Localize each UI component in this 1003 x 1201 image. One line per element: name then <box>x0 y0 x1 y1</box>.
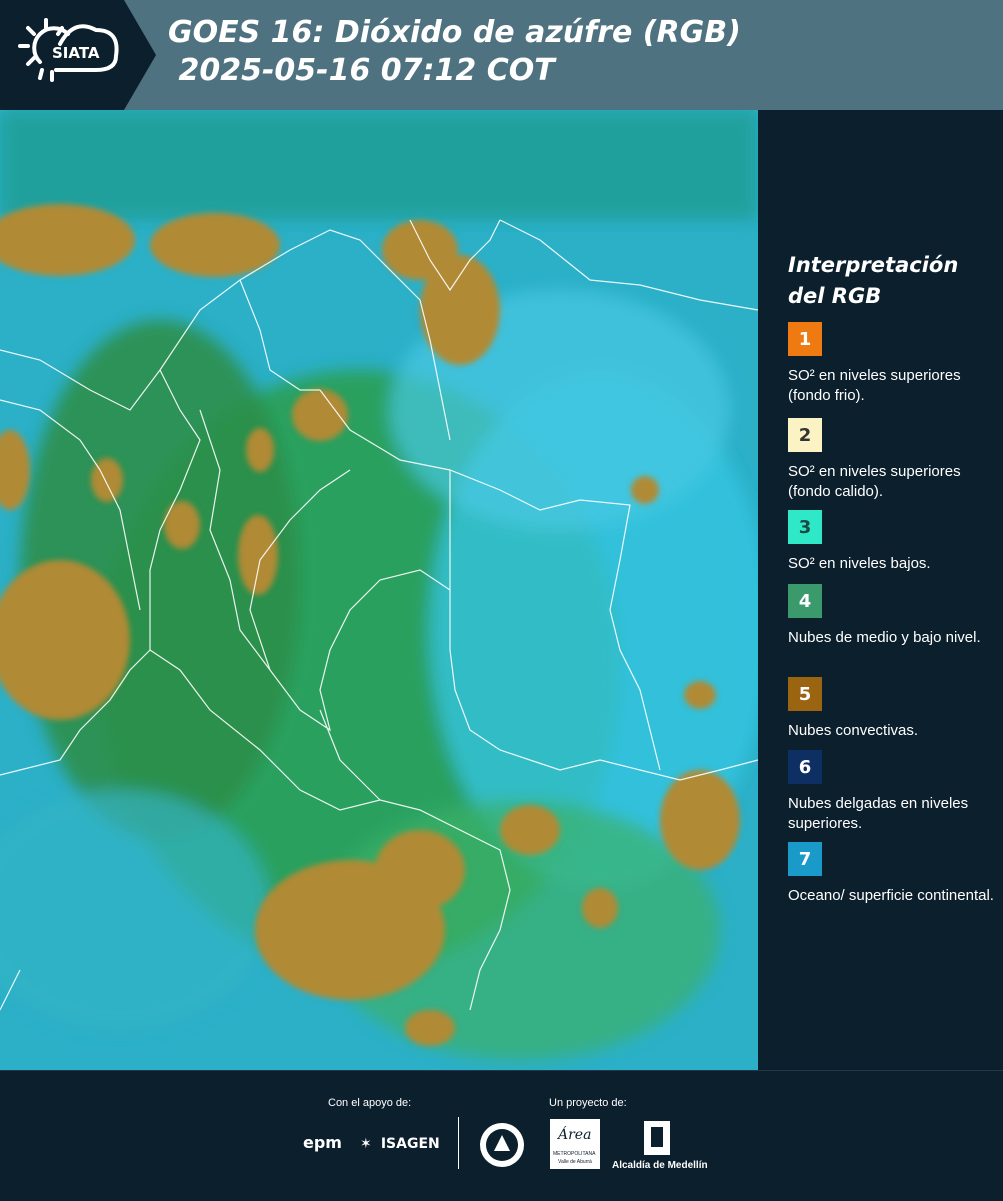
legend-text-7: Oceano/ superficie continental. <box>788 887 994 904</box>
rgb-satellite-image <box>0 110 770 1070</box>
legend-item-2: 2 SO² en niveles superiores (fondo calid… <box>788 418 998 502</box>
legend-swatch-7: 7 <box>788 842 822 876</box>
legend-text-6: Nubes delgadas en niveles superiores. <box>788 795 969 832</box>
legend-swatch-4: 4 <box>788 584 822 618</box>
legend-swatch-1: 1 <box>788 322 822 356</box>
legend-text-3: SO² en niveles bajos. <box>788 555 931 572</box>
title-product: GOES 16: Dióxido de azúfre (RGB) <box>168 15 741 50</box>
area-metropolitana-logo: Área METROPOLITANA Valle de Aburrá <box>550 1119 600 1169</box>
medellin-seal-logo <box>478 1121 526 1173</box>
legend-text-5: Nubes convectivas. <box>788 722 919 739</box>
area-logo-subtitle: METROPOLITANA <box>553 1151 596 1157</box>
header-bar: SIATA GOES 16: Dióxido de azúfre (RGB) 2… <box>0 0 1003 110</box>
legend-swatch-5: 5 <box>788 677 822 711</box>
area-logo-text: Área <box>558 1127 592 1143</box>
area-logo-subtitle-2: Valle de Aburrá <box>558 1159 592 1165</box>
legend-text-2: SO² en niveles superiores (fondo calido)… <box>788 463 961 500</box>
alcaldia-logo: Alcaldía de Medellín <box>612 1119 712 1174</box>
footer-divider <box>458 1117 459 1169</box>
siata-logo-text: SIATA <box>52 44 100 62</box>
legend-item-4: 4 Nubes de medio y bajo nivel. <box>788 584 998 648</box>
support-label: Con el apoyo de: <box>328 1097 412 1109</box>
footer-bar: Con el apoyo de: Un proyecto de: epm ✶ I… <box>0 1070 1003 1201</box>
page-title: GOES 16: Dióxido de azúfre (RGB) 2025-05… <box>168 14 741 90</box>
legend-text-4: Nubes de medio y bajo nivel. <box>788 629 981 646</box>
legend-item-7: 7 Oceano/ superficie continental. <box>788 842 998 906</box>
legend-item-1: 1 SO² en niveles superiores (fondo frio)… <box>788 322 998 406</box>
legend-swatch-3: 3 <box>788 510 822 544</box>
isagen-logo: ✶ ISAGEN <box>360 1133 440 1152</box>
legend-swatch-6: 6 <box>788 750 822 784</box>
isagen-icon: ✶ <box>360 1136 372 1152</box>
project-label: Un proyecto de: <box>549 1097 627 1109</box>
legend-swatch-2: 2 <box>788 418 822 452</box>
satellite-map <box>0 110 770 1070</box>
legend-item-6: 6 Nubes delgadas en niveles superiores. <box>788 750 998 834</box>
legend-title: Interpretación del RGB <box>788 253 959 308</box>
alcaldia-text: Alcaldía de Medellín <box>612 1160 708 1171</box>
legend-item-5: 5 Nubes convectivas. <box>788 677 998 741</box>
siata-logo: SIATA <box>0 0 156 110</box>
legend-panel: Interpretación del RGB 1 SO² en niveles … <box>760 110 1003 1070</box>
isagen-logo-text: ISAGEN <box>380 1136 440 1152</box>
epm-logo: epm <box>303 1133 342 1152</box>
title-datetime: 2025-05-16 07:12 COT <box>168 53 555 88</box>
legend-text-1: SO² en niveles superiores (fondo frio). <box>788 367 961 404</box>
legend-item-3: 3 SO² en niveles bajos. <box>788 510 998 574</box>
alcaldia-shield-icon <box>644 1121 670 1155</box>
